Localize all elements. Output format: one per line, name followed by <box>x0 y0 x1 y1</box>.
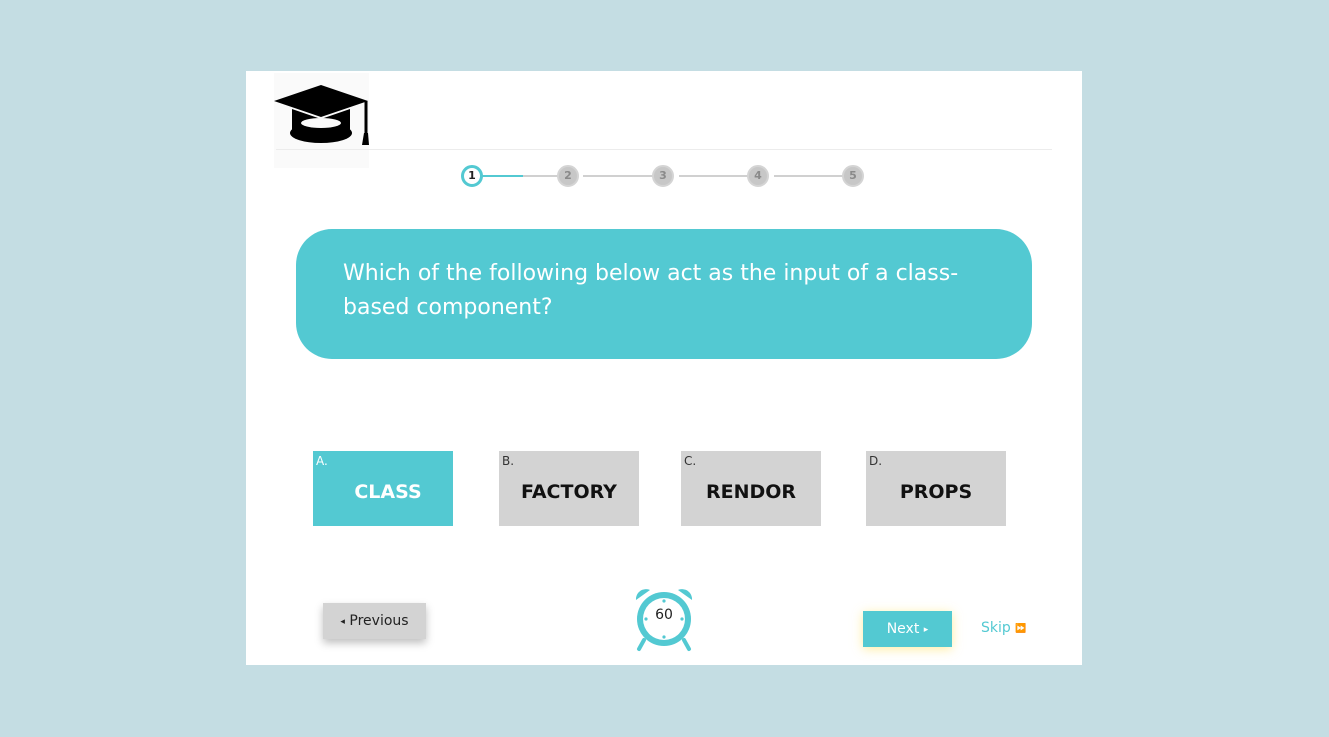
option-c[interactable]: C. RENDOR <box>681 451 821 526</box>
step-4[interactable]: 4 <box>747 165 769 187</box>
fast-forward-icon: ⏩ <box>1015 624 1027 634</box>
option-label: CLASS <box>354 481 422 503</box>
option-d[interactable]: D. PROPS <box>866 451 1006 526</box>
skip-link[interactable]: Skip ⏩ <box>981 620 1026 636</box>
step-5[interactable]: 5 <box>842 165 864 187</box>
option-label: FACTORY <box>521 481 617 503</box>
next-label: Next <box>886 621 920 637</box>
next-button[interactable]: Next ▸ <box>863 611 952 647</box>
option-b[interactable]: B. FACTORY <box>499 451 639 526</box>
previous-button[interactable]: ◂ Previous <box>323 603 426 639</box>
timer: 60 <box>630 586 698 652</box>
question-box: Which of the following below act as the … <box>296 229 1032 359</box>
option-letter: D. <box>869 454 883 468</box>
step-3[interactable]: 3 <box>652 165 674 187</box>
previous-label: Previous <box>349 613 409 629</box>
option-a[interactable]: A. CLASS <box>313 451 453 526</box>
option-label: RENDOR <box>705 481 797 503</box>
timer-value: 60 <box>655 607 673 623</box>
progress-stepper: 1 2 3 4 5 <box>461 165 871 189</box>
step-connector <box>583 175 663 177</box>
option-letter: A. <box>316 454 328 468</box>
option-letter: B. <box>502 454 515 468</box>
logo <box>274 73 369 168</box>
quiz-card: 1 2 3 4 5 Which of the following below a… <box>246 71 1082 665</box>
step-1[interactable]: 1 <box>461 165 483 187</box>
question-text: Which of the following below act as the … <box>343 261 959 320</box>
caret-right-icon: ▸ <box>923 625 929 635</box>
skip-label: Skip <box>981 620 1011 636</box>
option-letter: C. <box>684 454 697 468</box>
step-2[interactable]: 2 <box>557 165 579 187</box>
option-label: PROPS <box>899 481 973 503</box>
header-divider <box>276 149 1052 150</box>
step-connector <box>481 175 523 177</box>
graduation-cap-icon <box>274 85 369 145</box>
caret-left-icon: ◂ <box>340 617 345 627</box>
